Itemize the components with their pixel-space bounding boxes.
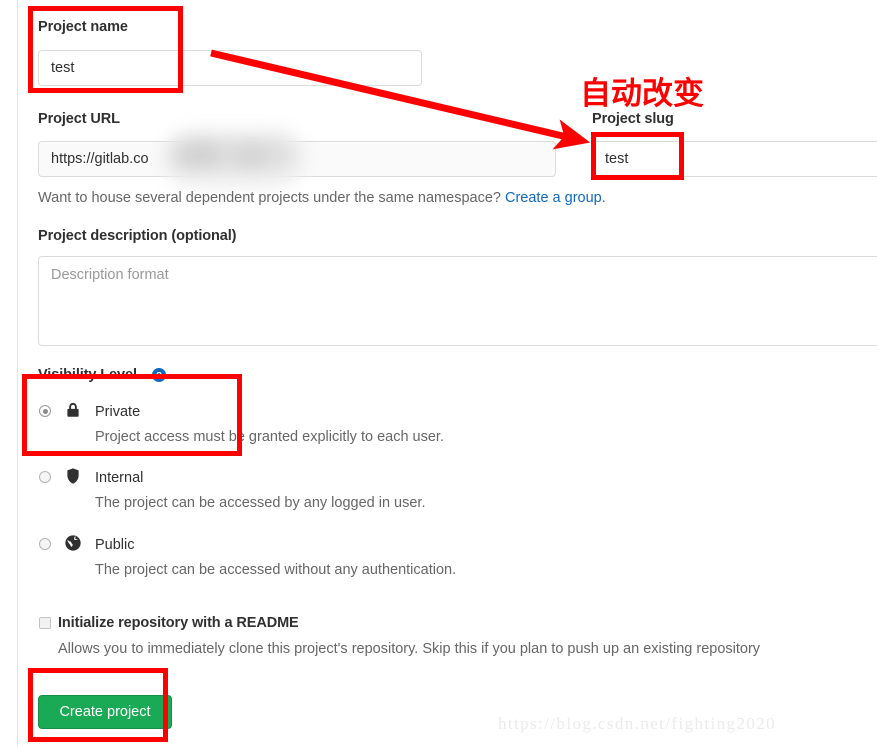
question-mark-circle-icon[interactable]: ? [152,368,166,382]
project-description-placeholder: Description format [51,267,169,283]
readme-description: Allows you to immediately clone this pro… [58,641,761,657]
create-project-button[interactable]: Create project [38,695,172,729]
readme-checkbox[interactable] [39,617,51,629]
visibility-title-public: Public [95,537,135,553]
project-slug-label: Project slug [592,111,674,127]
project-url-label: Project URL [38,111,120,127]
visibility-radio-public[interactable] [39,538,51,550]
svg-text:?: ? [156,371,162,382]
visibility-description-private: Project access must be granted explicitl… [95,429,444,445]
create-a-group-link[interactable]: Create a group. [505,190,606,206]
visibility-level-label: Visibility Level [38,367,137,383]
namespace-hint-text: Want to house several dependent projects… [38,190,505,206]
gitlab-new-project-form: Project name test Project URL https://gi… [0,0,877,747]
lock-icon [67,402,79,417]
visibility-description-internal: The project can be accessed by any logge… [95,495,426,511]
project-description-textarea[interactable]: Description format [38,256,877,346]
project-description-label: Project description (optional) [38,228,237,244]
readme-label: Initialize repository with a README [58,615,299,631]
visibility-title-internal: Internal [95,470,144,486]
left-divider [17,0,18,747]
annotation-callout-text: 自动改变 [580,76,704,112]
visibility-title-private: Private [95,404,141,420]
globe-icon [65,535,81,551]
watermark: https://blog.csdn.net/fighting2020 [498,714,777,733]
shield-icon [67,468,79,484]
visibility-description-public: The project can be accessed without any … [95,562,457,578]
visibility-radio-private[interactable] [39,405,51,417]
namespace-hint: Want to house several dependent projects… [38,190,606,206]
project-name-input[interactable]: test [38,50,422,86]
project-url-input[interactable]: https://gitlab.co [38,141,556,177]
visibility-radio-internal[interactable] [39,471,51,483]
project-slug-input[interactable]: test [592,141,877,177]
project-name-label: Project name [38,19,128,35]
